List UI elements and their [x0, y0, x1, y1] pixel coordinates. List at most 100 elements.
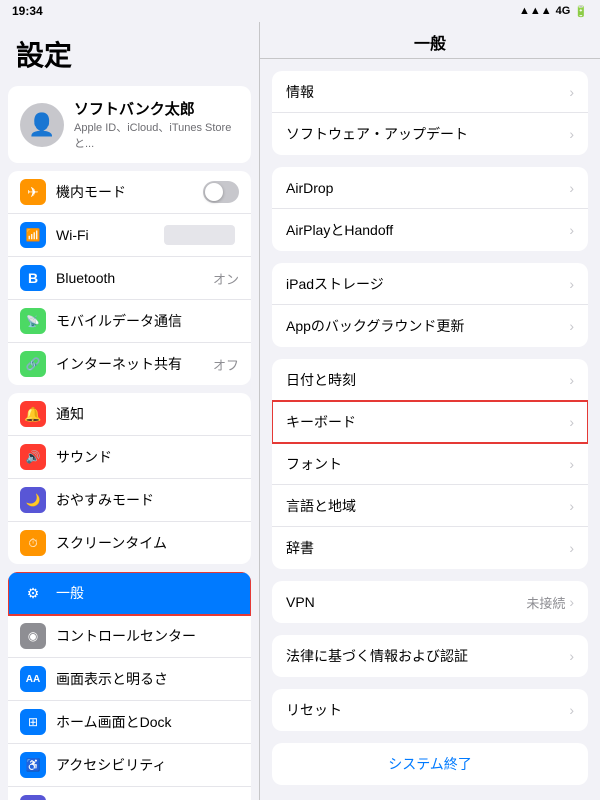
detail-item-legal-label: 法律に基づく情報および認証: [286, 646, 569, 666]
donotdisturb-icon: 🌙: [20, 487, 46, 513]
detail-group-keyboard: 日付と時刻 › キーボード › フォント › 言語と地域 › 辞書 ›: [272, 359, 588, 569]
detail-group-legal: 法律に基づく情報および認証 ›: [272, 635, 588, 677]
detail-group-info: 情報 › ソフトウェア・アップデート ›: [272, 71, 588, 155]
detail-item-info-label: 情報: [286, 82, 569, 102]
sidebar-item-homescreen[interactable]: ⊞ ホーム画面とDock: [8, 701, 251, 744]
sidebar-item-screentime[interactable]: ⏱ スクリーンタイム: [8, 522, 251, 564]
sidebar-item-bluetooth-label: Bluetooth: [56, 270, 203, 286]
detail-item-legal[interactable]: 法律に基づく情報および認証 ›: [272, 635, 588, 677]
chevron-icon: ›: [569, 318, 574, 334]
chevron-icon: ›: [569, 414, 574, 430]
sidebar-item-airplane[interactable]: ✈ 機内モード: [8, 171, 251, 214]
sidebar-item-hotspot-label: インターネット共有: [56, 354, 203, 374]
user-sub: Apple ID、iCloud、iTunes Storeと...: [74, 119, 239, 151]
mobile-icon: 📡: [20, 308, 46, 334]
detail-item-airdrop[interactable]: AirDrop ›: [272, 167, 588, 209]
sidebar-item-wifi[interactable]: 📶 Wi-Fi: [8, 214, 251, 257]
detail-item-softwareupdate[interactable]: ソフトウェア・アップデート ›: [272, 113, 588, 155]
sidebar-item-hotspot[interactable]: 🔗 インターネット共有 オフ: [8, 343, 251, 385]
bluetooth-value: オン: [213, 269, 239, 288]
detail-item-fonts[interactable]: フォント ›: [272, 443, 588, 485]
sidebar-item-wallpaper[interactable]: 🖼 壁紙: [8, 787, 251, 800]
wallpaper-icon: 🖼: [20, 795, 46, 800]
status-right: ▲▲▲ 4G 🔋: [519, 5, 588, 18]
detail-group-shutdown: システム終了: [272, 743, 588, 785]
sidebar-item-donotdisturb[interactable]: 🌙 おやすみモード: [8, 479, 251, 522]
detail-item-softwareupdate-label: ソフトウェア・アップデート: [286, 124, 569, 144]
sidebar-item-controlcenter[interactable]: ◉ コントロールセンター: [8, 615, 251, 658]
detail-header: 一般: [260, 22, 600, 59]
accessibility-icon: ♿: [20, 752, 46, 778]
sidebar-header: 設定: [0, 22, 259, 82]
network-type: 4G: [556, 5, 571, 17]
sidebar-item-mobile[interactable]: 📡 モバイルデータ通信: [8, 300, 251, 343]
detail-item-ipadstorage-label: iPadストレージ: [286, 274, 569, 294]
detail-item-info[interactable]: 情報 ›: [272, 71, 588, 113]
detail-item-keyboard[interactable]: キーボード ›: [272, 401, 588, 443]
signal-icon: ▲▲▲: [519, 5, 552, 17]
wifi-value: [164, 225, 235, 245]
wifi-icon: 📶: [20, 222, 46, 248]
settings-group-connectivity: ✈ 機内モード 📶 Wi-Fi B Bluetooth オン 📡 モバイルデータ…: [8, 171, 251, 385]
sidebar: 設定 👤 ソフトバンク太郎 Apple ID、iCloud、iTunes Sto…: [0, 22, 260, 800]
main-container: 設定 👤 ソフトバンク太郎 Apple ID、iCloud、iTunes Sto…: [0, 22, 600, 800]
detail-item-vpn-label: VPN: [286, 594, 526, 610]
detail-panel: 一般 情報 › ソフトウェア・アップデート › AirDrop › AirPla…: [260, 22, 600, 800]
sidebar-item-mobile-label: モバイルデータ通信: [56, 311, 239, 331]
sidebar-item-sounds[interactable]: 🔊 サウンド: [8, 436, 251, 479]
display-icon: AA: [20, 666, 46, 692]
detail-group-reset: リセット ›: [272, 689, 588, 731]
detail-group-vpn: VPN 未接続 ›: [272, 581, 588, 623]
homescreen-icon: ⊞: [20, 709, 46, 735]
sidebar-item-accessibility[interactable]: ♿ アクセシビリティ: [8, 744, 251, 787]
detail-item-language[interactable]: 言語と地域 ›: [272, 485, 588, 527]
detail-item-fonts-label: フォント: [286, 454, 569, 474]
detail-item-keyboard-label: キーボード: [286, 412, 569, 432]
chevron-icon: ›: [569, 180, 574, 196]
chevron-icon: ›: [569, 648, 574, 664]
chevron-icon: ›: [569, 372, 574, 388]
status-bar: 19:34 ▲▲▲ 4G 🔋: [0, 0, 600, 22]
sidebar-item-notifications-label: 通知: [56, 404, 239, 424]
chevron-icon: ›: [569, 456, 574, 472]
user-profile[interactable]: 👤 ソフトバンク太郎 Apple ID、iCloud、iTunes Storeと…: [8, 86, 251, 163]
hotspot-value: オフ: [213, 355, 239, 374]
detail-item-airplay[interactable]: AirPlayとHandoff ›: [272, 209, 588, 251]
chevron-icon: ›: [569, 594, 574, 610]
detail-item-ipadstorage[interactable]: iPadストレージ ›: [272, 263, 588, 305]
detail-item-shutdown[interactable]: システム終了: [272, 743, 588, 785]
chevron-icon: ›: [569, 498, 574, 514]
chevron-icon: ›: [569, 702, 574, 718]
detail-item-airdrop-label: AirDrop: [286, 180, 569, 196]
chevron-icon: ›: [569, 126, 574, 142]
notifications-icon: 🔔: [20, 401, 46, 427]
detail-item-backgroundapp[interactable]: Appのバックグラウンド更新 ›: [272, 305, 588, 347]
sounds-icon: 🔊: [20, 444, 46, 470]
chevron-icon: ›: [569, 222, 574, 238]
detail-item-vpn[interactable]: VPN 未接続 ›: [272, 581, 588, 623]
sidebar-item-screentime-label: スクリーンタイム: [56, 533, 239, 553]
avatar: 👤: [20, 103, 64, 147]
user-info: ソフトバンク太郎 Apple ID、iCloud、iTunes Storeと..…: [74, 98, 239, 151]
sidebar-item-donotdisturb-label: おやすみモード: [56, 490, 239, 510]
sidebar-item-accessibility-label: アクセシビリティ: [56, 755, 239, 775]
detail-item-reset[interactable]: リセット ›: [272, 689, 588, 731]
sidebar-item-bluetooth[interactable]: B Bluetooth オン: [8, 257, 251, 300]
chevron-icon: ›: [569, 540, 574, 556]
sidebar-item-display-label: 画面表示と明るさ: [56, 669, 239, 689]
screentime-icon: ⏱: [20, 530, 46, 556]
sidebar-item-notifications[interactable]: 🔔 通知: [8, 393, 251, 436]
settings-group-display: ⚙ 一般 ◉ コントロールセンター AA 画面表示と明るさ ⊞ ホーム画面とDo…: [8, 572, 251, 800]
chevron-icon: ›: [569, 84, 574, 100]
detail-item-dictionary-label: 辞書: [286, 538, 569, 558]
sidebar-item-general[interactable]: ⚙ 一般: [8, 572, 251, 615]
detail-item-datetime[interactable]: 日付と時刻 ›: [272, 359, 588, 401]
general-icon: ⚙: [20, 580, 46, 606]
detail-group-airdrop: AirDrop › AirPlayとHandoff ›: [272, 167, 588, 251]
user-name: ソフトバンク太郎: [74, 98, 239, 119]
detail-item-airplay-label: AirPlayとHandoff: [286, 220, 569, 240]
detail-item-dictionary[interactable]: 辞書 ›: [272, 527, 588, 569]
airplane-toggle[interactable]: [203, 181, 239, 203]
sidebar-item-display[interactable]: AA 画面表示と明るさ: [8, 658, 251, 701]
sidebar-item-sounds-label: サウンド: [56, 447, 239, 467]
